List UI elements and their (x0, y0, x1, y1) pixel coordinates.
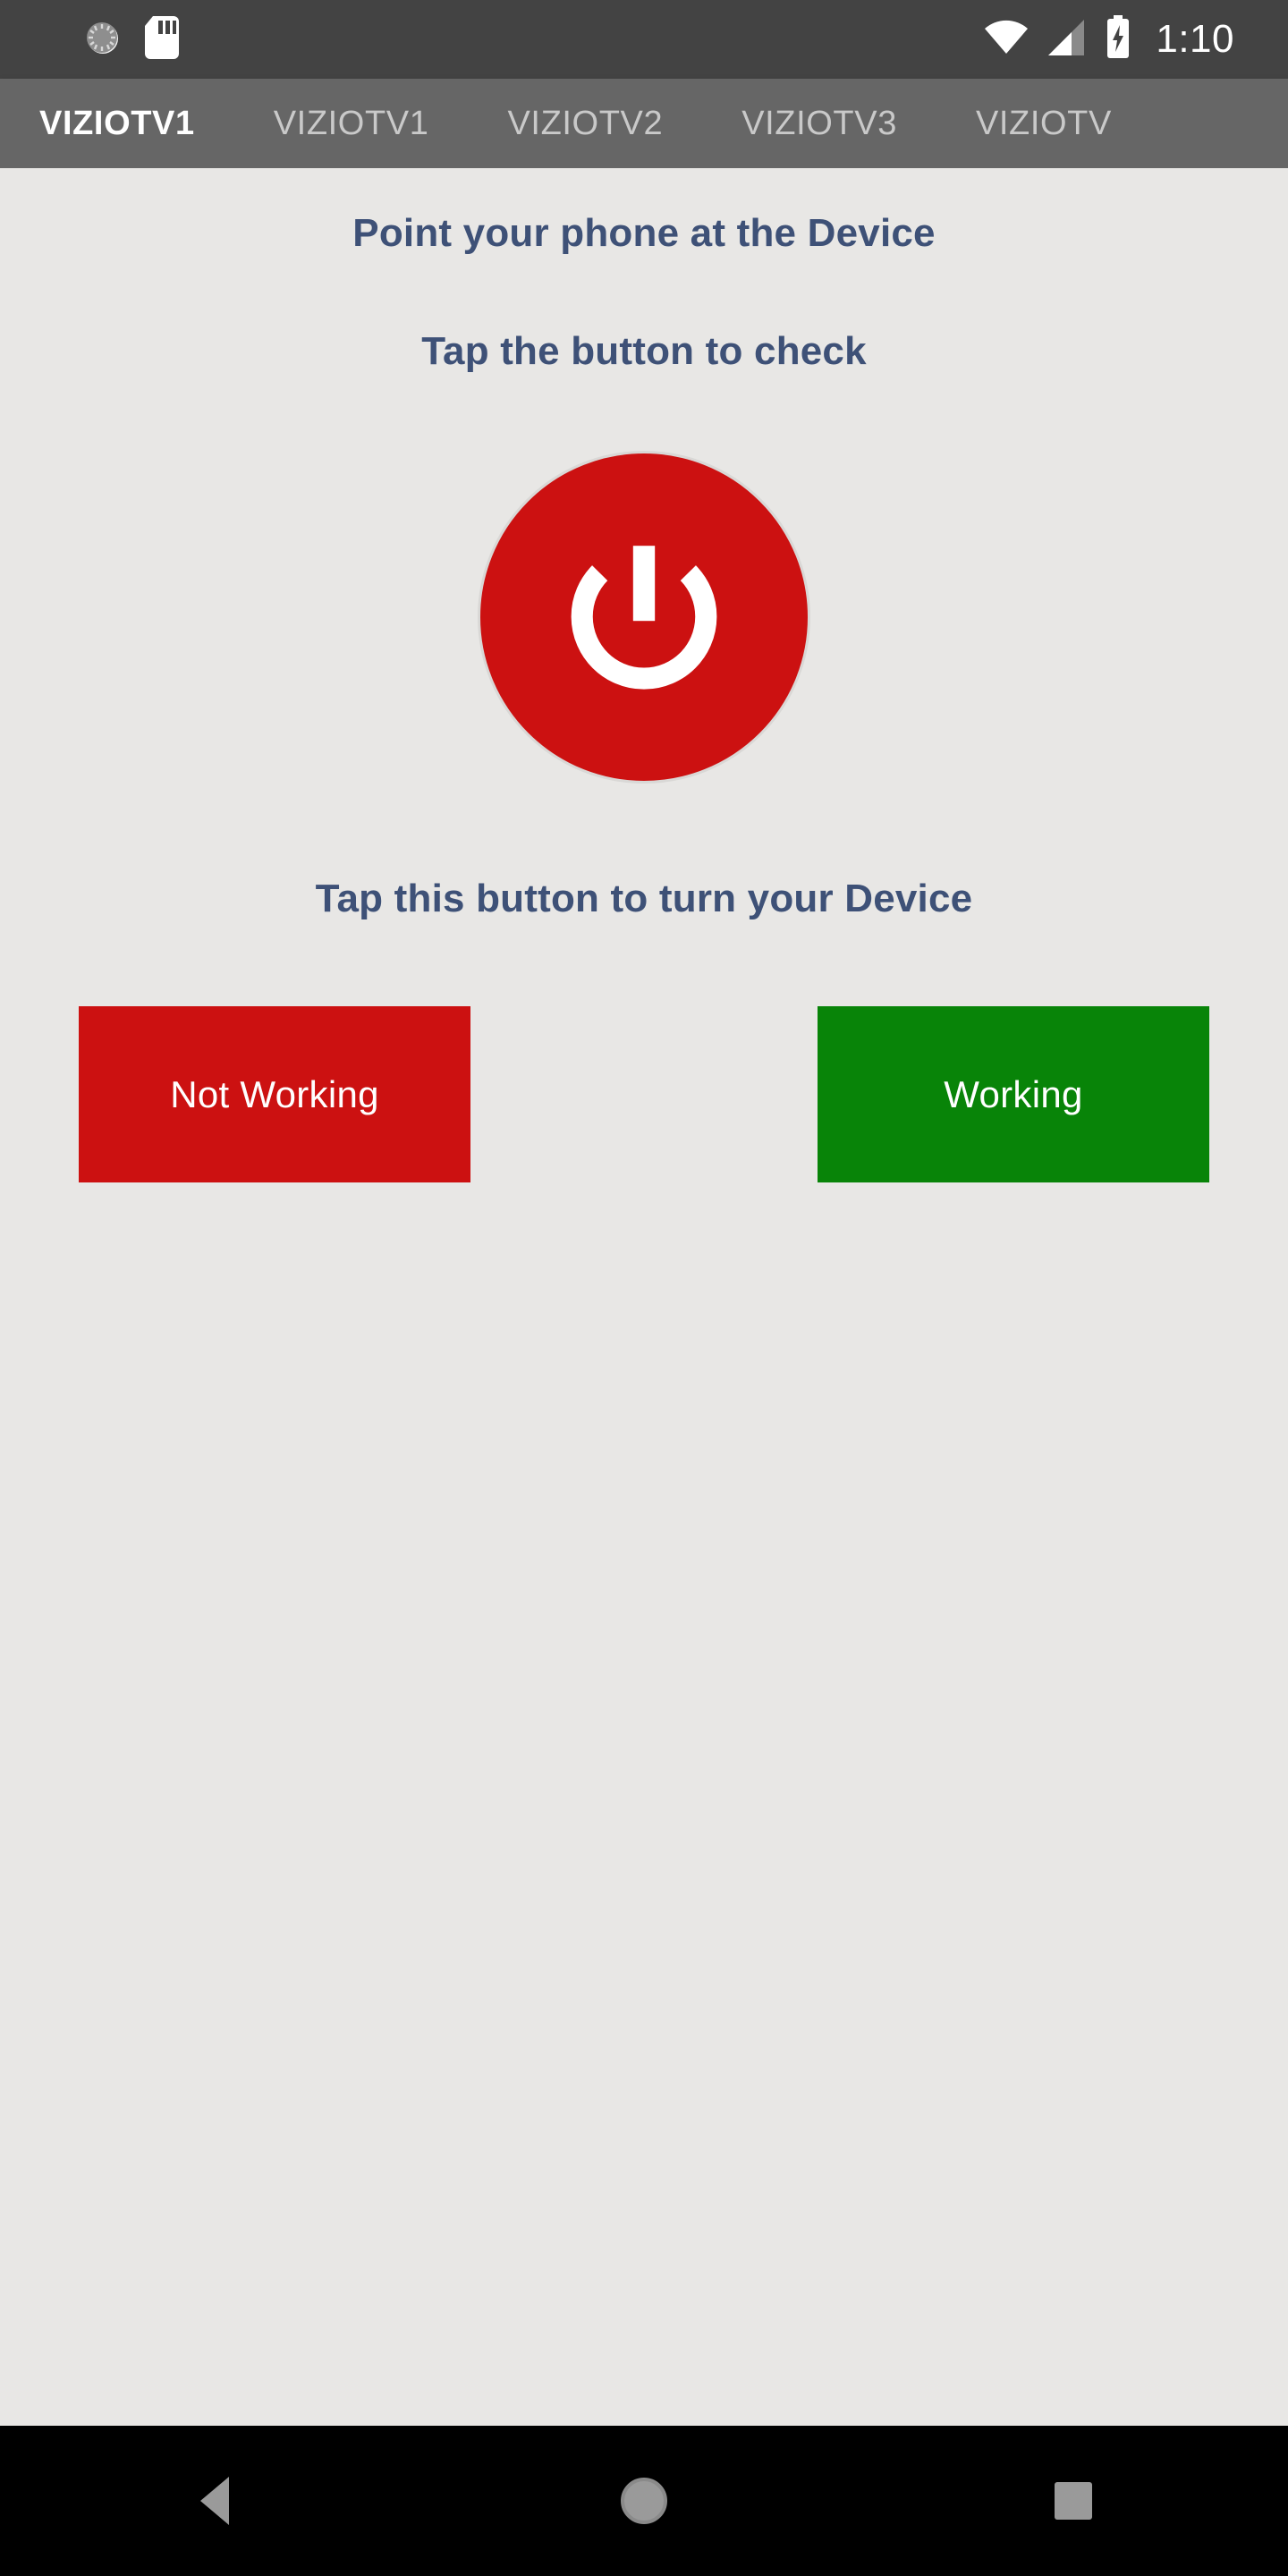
power-button[interactable] (478, 451, 810, 784)
instruction-tap-to-turn: Tap this button to turn your Device (315, 877, 973, 920)
tab-bar[interactable]: VIZIOTV1 VIZIOTV1 VIZIOTV2 VIZIOTV3 VIZI… (0, 79, 1288, 168)
instruction-point-phone: Point your phone at the Device (352, 211, 936, 255)
phone-screen: 1:10 VIZIOTV1 VIZIOTV1 VIZIOTV2 VIZIOTV3… (0, 0, 1288, 2576)
recents-square-icon (1055, 2482, 1092, 2520)
nav-back-button[interactable] (116, 2426, 313, 2576)
power-button-container (478, 451, 810, 784)
nav-recents-button[interactable] (975, 2426, 1172, 2576)
tab-viziotv3[interactable]: VIZIOTV3 (702, 79, 936, 168)
sync-spinner-icon (82, 17, 123, 63)
sd-card-icon (141, 14, 181, 65)
cellular-signal-icon (1045, 18, 1088, 62)
tab-viziotv4[interactable]: VIZIOTV (936, 79, 1151, 168)
tab-viziotv2[interactable]: VIZIOTV2 (468, 79, 702, 168)
status-bar-left-icons (82, 14, 181, 65)
power-icon (550, 523, 738, 711)
status-bar-right-icons: 1:10 (984, 14, 1234, 64)
status-bar-clock: 1:10 (1156, 17, 1234, 61)
battery-charging-icon (1104, 14, 1132, 64)
nav-home-button[interactable] (546, 2426, 742, 2576)
instruction-tap-to-check: Tap the button to check (421, 329, 867, 373)
tab-viziotv1-active[interactable]: VIZIOTV1 (0, 79, 234, 168)
not-working-button[interactable]: Not Working (79, 1006, 470, 1182)
back-triangle-icon (200, 2477, 229, 2525)
status-bar: 1:10 (0, 0, 1288, 79)
android-nav-bar (0, 2426, 1288, 2576)
tab-viziotv1[interactable]: VIZIOTV1 (234, 79, 469, 168)
wifi-icon (984, 18, 1029, 62)
action-button-row: Not Working Working (0, 1006, 1288, 1182)
home-circle-icon (621, 2478, 667, 2524)
main-content: Point your phone at the Device Tap the b… (0, 168, 1288, 2426)
working-button[interactable]: Working (818, 1006, 1209, 1182)
